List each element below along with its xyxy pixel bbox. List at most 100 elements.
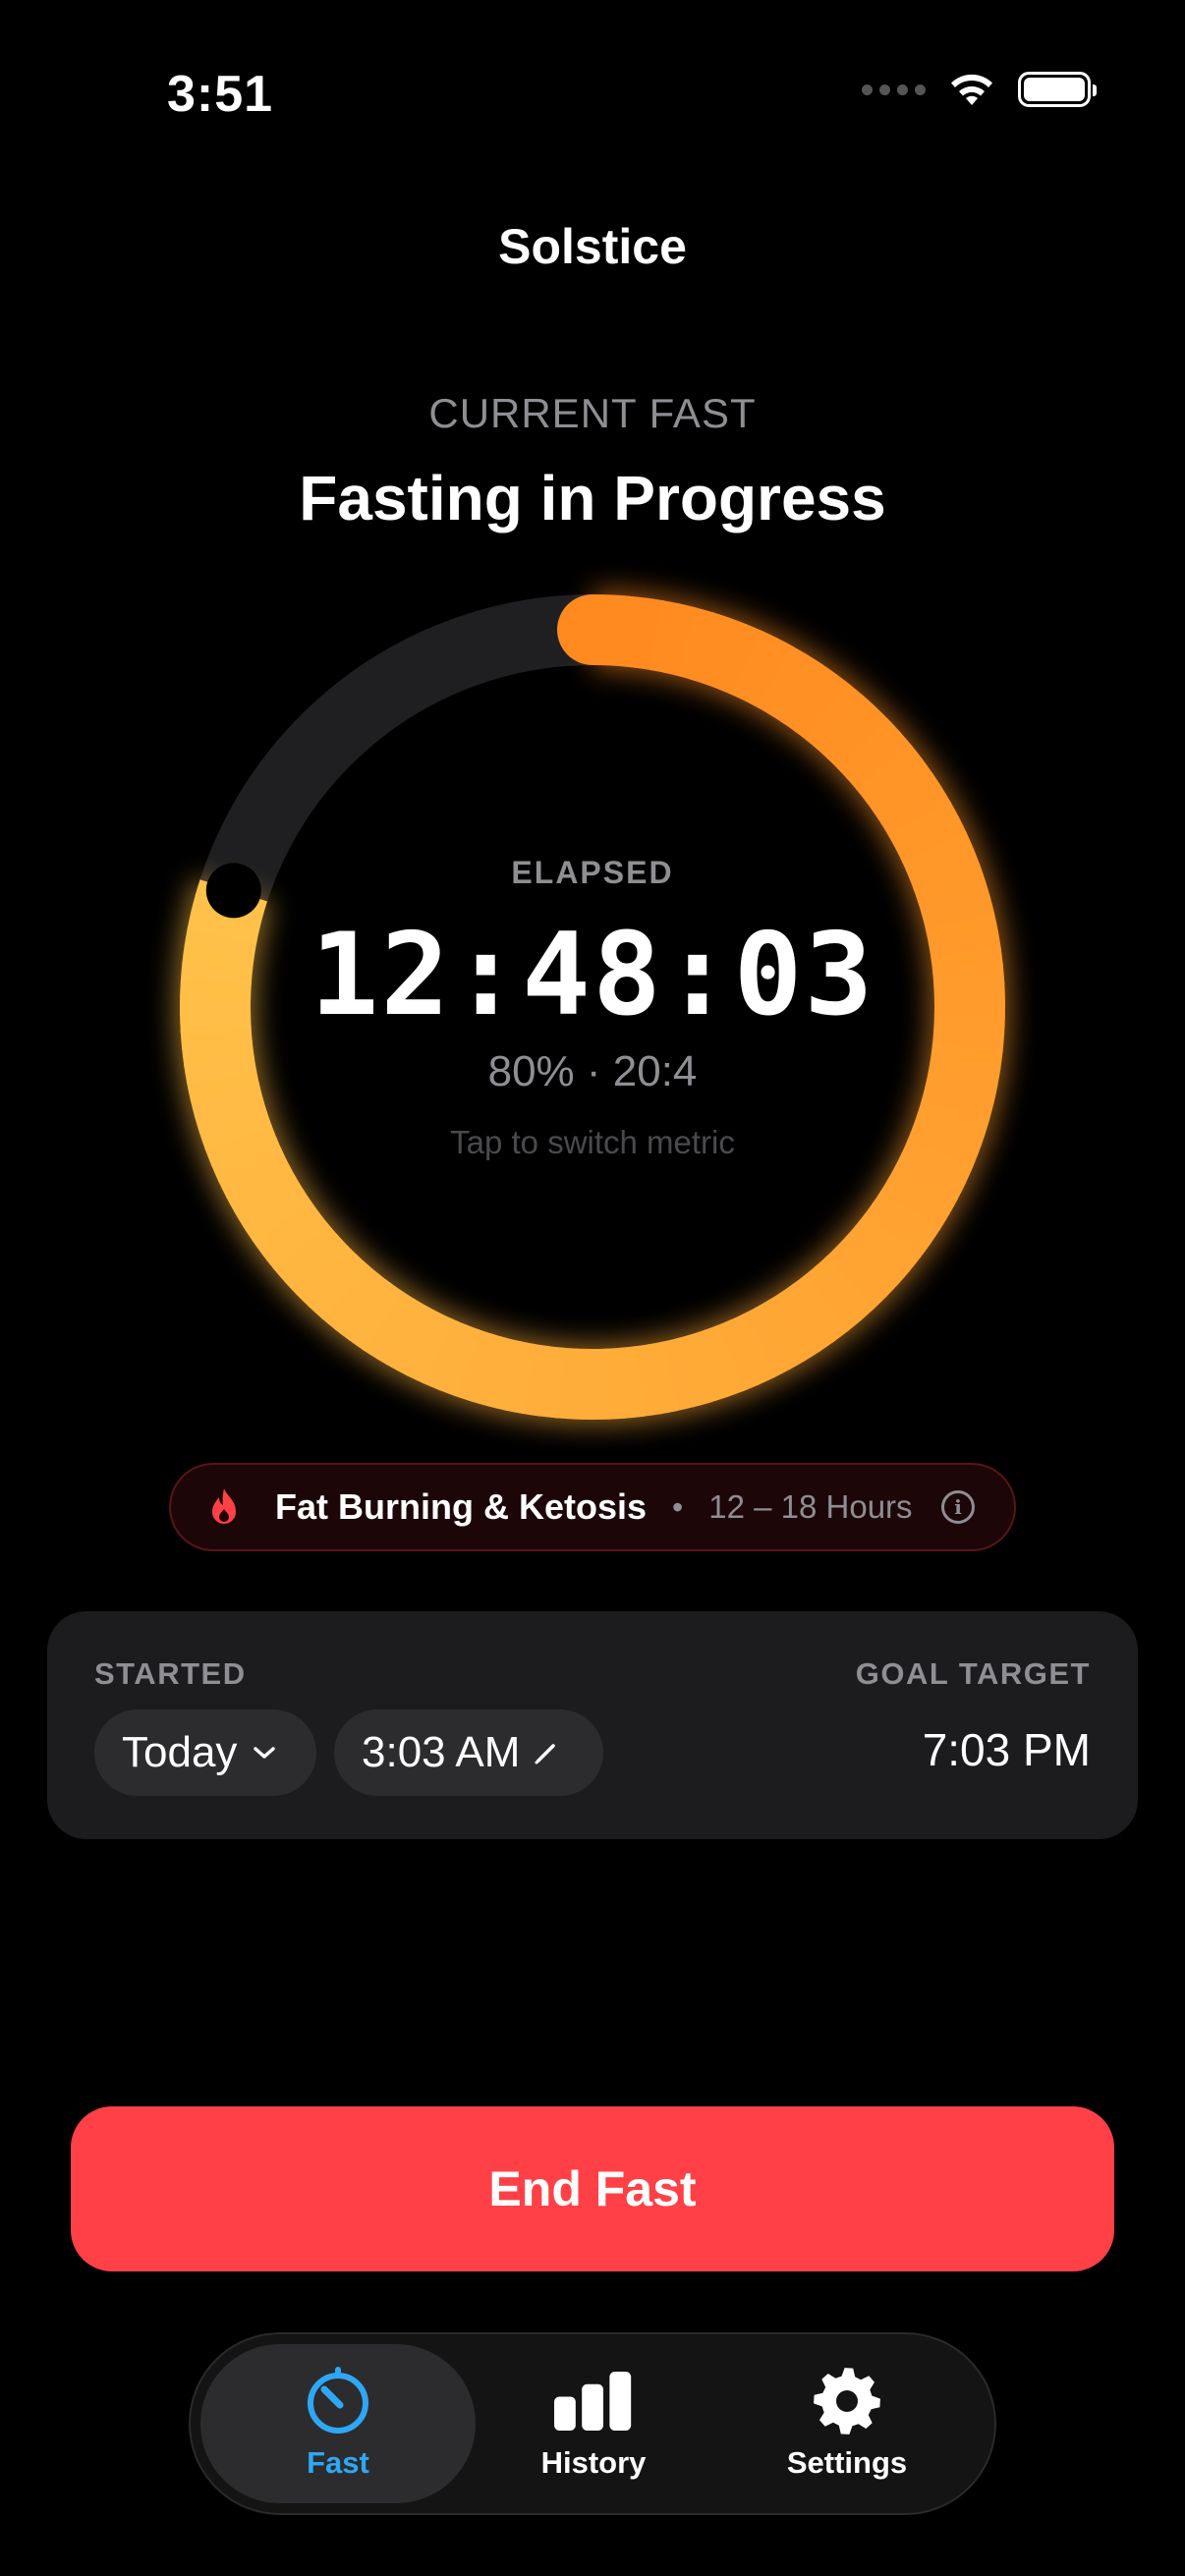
progress-arc-segment [272, 1222, 339, 1284]
goal-target-label: GOAL TARGET [855, 1656, 1091, 1691]
tab-history-label: History [540, 2445, 647, 2480]
phase-name: Fat Burning & Ketosis [275, 1486, 648, 1527]
app-title: Solstice [498, 219, 687, 274]
progress-arc-start-cap [557, 594, 628, 665]
progress-arc-segment [702, 1324, 745, 1398]
progress-arc-segment [663, 603, 699, 677]
progress-arc-segment [194, 1096, 268, 1135]
progress-arc-segment [873, 771, 943, 826]
bar-chart-icon [554, 2372, 632, 2431]
progress-arc-segment [618, 1346, 645, 1419]
tab-settings-label: Settings [786, 2445, 908, 2480]
progress-arc-segment [554, 1347, 579, 1420]
timer-icon [308, 2367, 368, 2434]
started-label: STARTED [94, 1656, 247, 1691]
schedule-card: STARTED GOAL TARGET Today 3:03 AM 7:03 P… [47, 1611, 1138, 1839]
phase-separator: • [672, 1488, 684, 1525]
pencil-icon [535, 1744, 556, 1764]
tab-fast-label: Fast [307, 2445, 369, 2480]
progress-arc-segment [647, 1341, 679, 1415]
progress-arc-segment [375, 1298, 428, 1370]
progress-arc-segment [793, 673, 852, 741]
current-fast-label: CURRENT FAST [428, 390, 757, 436]
battery-icon [1018, 72, 1097, 107]
chevron-down-icon [254, 1747, 276, 1759]
progress-arc-segment [503, 1340, 536, 1415]
progress-arc-segment [742, 1306, 792, 1378]
progress-arc-segment [635, 597, 664, 671]
progress-arc-segment [649, 599, 682, 674]
fasting-phase-pill[interactable]: Fat Burning & Ketosis • 12 – 18 Hours i [169, 1463, 1016, 1551]
progress-arc-segment [895, 815, 968, 865]
progress-arc-segment [705, 617, 748, 691]
progress-arc-segment [744, 637, 794, 709]
phase-duration: 12 – 18 Hours [708, 1488, 913, 1525]
goal-target-value: 7:03 PM [922, 1724, 1091, 1775]
status-time: 3:51 [167, 66, 274, 123]
switch-metric-hint: Tap to switch metric [450, 1124, 735, 1160]
tab-history[interactable]: History [456, 2344, 731, 2503]
start-time-picker[interactable]: 3:03 AM [334, 1709, 603, 1796]
tab-bar: Fast History Settings [189, 2332, 996, 2515]
gear-icon [814, 2368, 880, 2435]
progress-arc-segment [691, 611, 731, 686]
progress-arc-segment [887, 1165, 959, 1216]
progress-arc-segment [320, 1263, 380, 1331]
progress-arc-segment [252, 1200, 320, 1257]
progress-arc-segment [824, 1246, 888, 1311]
progress-arc-segment [781, 663, 838, 733]
progress-arc-segment [217, 1149, 290, 1199]
progress-arc-segment [689, 1329, 729, 1403]
tab-settings[interactable]: Settings [709, 2344, 985, 2503]
signal-dots-icon [862, 84, 926, 95]
progress-arc-segment [729, 1313, 776, 1385]
end-fast-button[interactable]: End Fast [71, 2106, 1114, 2271]
progress-arc-segment [362, 1290, 416, 1361]
progress-arc-segment [880, 785, 952, 839]
page-title: Fasting in Progress [299, 463, 886, 533]
progress-arc-segment [225, 1162, 297, 1213]
progress-arc-segment [836, 718, 902, 781]
progress-arc-segment [769, 653, 823, 724]
status-indicators [862, 71, 1097, 108]
progress-arc-segment [856, 744, 924, 803]
info-icon[interactable]: i [941, 1490, 975, 1524]
progress-arc-segment [242, 1188, 312, 1243]
progress-arc-segment [731, 630, 779, 702]
progress-arc-segment [295, 1244, 359, 1309]
progress-arc-segment [437, 1323, 480, 1397]
progress-arc-segment [677, 607, 715, 681]
elapsed-label: ELAPSED [511, 855, 674, 890]
progress-arc-segment [406, 1312, 454, 1384]
progress-arc-segment [917, 879, 991, 918]
progress-arc-segment [872, 1190, 941, 1246]
flame-icon [212, 1488, 236, 1524]
progress-arc-segment [888, 801, 960, 852]
progress-arc-segment [486, 1337, 522, 1411]
progress-arc-segment [805, 683, 865, 751]
progress-arc-segment [791, 1274, 849, 1343]
progress-arc-segment [521, 1343, 550, 1417]
progress-arc-segment [779, 1283, 835, 1353]
progress-arc-segment [308, 1254, 369, 1319]
progress-arc-segment [660, 1338, 696, 1412]
start-day-value: Today [122, 1728, 238, 1776]
progress-arc-segment [816, 695, 877, 760]
start-day-picker[interactable]: Today [94, 1709, 316, 1796]
progress-arc-segment [422, 1317, 468, 1391]
start-time-value: 3:03 AM [362, 1728, 521, 1776]
progress-meta: 80% · 20:4 [487, 1047, 698, 1095]
progress-arc-segment [261, 1211, 329, 1270]
elapsed-timer[interactable]: 12:48:03 [0, 909, 1185, 1041]
progress-arc-segment [846, 730, 913, 792]
progress-arc-segment [757, 644, 810, 716]
progress-arc-segment [674, 1334, 712, 1408]
tab-fast[interactable]: Fast [200, 2344, 476, 2503]
progress-arc-segment [879, 1177, 950, 1231]
progress-arc-segment [333, 1273, 392, 1341]
progress-arc-segment [537, 1345, 565, 1419]
progress-arc-segment [454, 1328, 494, 1403]
progress-arc-segment [755, 1299, 807, 1371]
progress-arc-segment [603, 1347, 628, 1420]
progress-arc-segment [803, 1265, 863, 1332]
